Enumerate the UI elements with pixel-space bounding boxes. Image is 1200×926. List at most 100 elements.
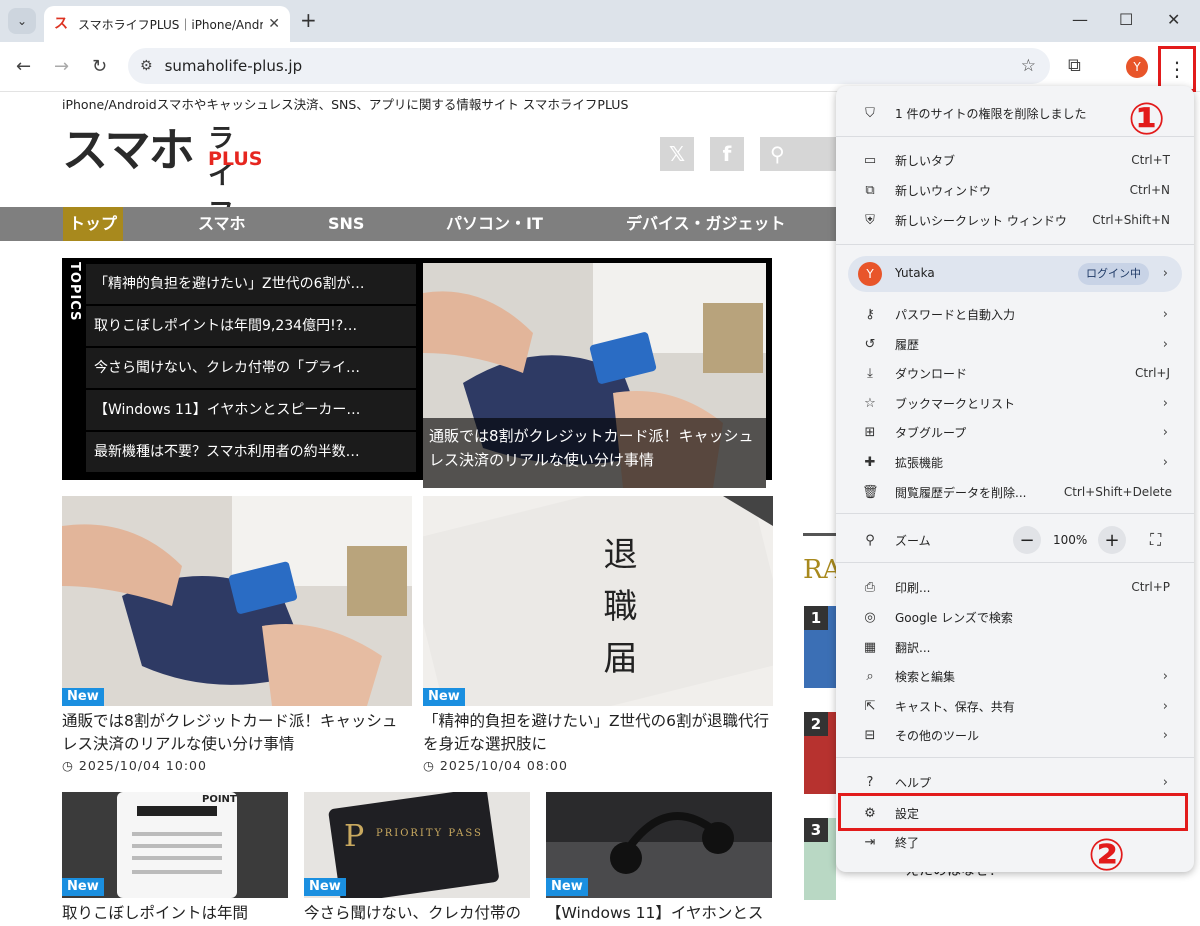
new-badge: New [304,878,346,896]
fullscreen-icon[interactable]: ⛶ [1150,530,1161,550]
facebook-icon[interactable]: f [710,137,744,171]
menu-item-new-tab[interactable]: ▭ 新しいタブ Ctrl+T [836,145,1194,175]
card-image[interactable] [62,496,412,706]
topic-item[interactable]: 【Windows 11】イヤホンとスピーカー… [86,390,416,430]
menu-shortcut: Ctrl+Shift+Delete [1063,485,1172,499]
nav-item-top[interactable]: トップ [63,207,124,241]
reload-icon[interactable]: ↻ [92,56,107,77]
menu-item-google-lens[interactable]: ◎ Google レンズで検索 [836,602,1194,632]
menu-item-passwords[interactable]: ⚷ パスワードと自動入力 › [836,299,1194,329]
site-logo[interactable]: スマホ ライフ PLUS [62,114,262,228]
menu-item-downloads[interactable]: ⤓ ダウンロード Ctrl+J [836,358,1194,388]
printer-icon: ⎙ [864,579,876,595]
browser-tab[interactable]: ス スマホライフPLUS｜iPhone/Andro ✕ [44,6,290,42]
bookmark-star-icon[interactable]: ☆ [1021,56,1036,76]
x-twitter-icon[interactable]: 𝕏 [660,137,694,171]
tab-title: スマホライフPLUS｜iPhone/Andro [78,17,263,32]
card-title[interactable]: 取りこぼしポイントは年間 [62,902,288,925]
menu-item-label: ダウンロード [895,366,968,381]
menu-item-tab-groups[interactable]: ⊞ タブグループ › [836,417,1194,447]
new-badge: New [546,878,588,896]
download-icon: ⤓ [867,365,873,381]
site-tagline: iPhone/Androidスマホやキャッシュレス決済、SNS、アプリに関する情… [62,97,629,112]
menu-item-label: 新しいシークレット ウィンドウ [895,213,1067,228]
chevron-right-icon: › [1162,424,1168,440]
menu-item-translate[interactable]: ▦ 翻訳... [836,632,1194,662]
topic-feature-caption[interactable]: 通販では8割がクレジットカード派！キャッシュレス決済のリアルな使い分け事情 [423,418,766,488]
zoom-in-button[interactable]: + [1098,526,1126,554]
address-bar[interactable]: ⚙ sumaholife-plus.jp ☆ [128,48,1050,84]
menu-item-label: パスワードと自動入力 [895,307,1016,322]
lens-icon: ◎ [864,609,876,625]
menu-item-new-window[interactable]: ⧉ 新しいウィンドウ Ctrl+N [836,175,1194,205]
menu-item-label: 拡張機能 [895,455,944,470]
menu-item-more-tools[interactable]: ⊟ その他のツール › [836,720,1194,750]
find-icon: ⌕ [866,668,874,684]
menu-item-label: 履歴 [895,337,920,352]
exit-icon: ⇥ [864,834,876,850]
step-1-callout: ① [1128,94,1166,145]
card-title[interactable]: 通販では8割がクレジットカード派！キャッシュレス決済のリアルな使い分け事情 [62,710,412,756]
close-tab-icon[interactable]: ✕ [268,16,280,32]
chevron-right-icon: › [1162,698,1168,714]
settings-highlight-box [838,793,1188,831]
zoom-out-button[interactable]: − [1013,526,1041,554]
topic-item[interactable]: 取りこぼしポイントは年間9,234億円!?… [86,306,416,346]
new-badge: New [62,878,104,896]
topic-item[interactable]: 今さら聞けない、クレカ付帯の「プライ… [86,348,416,388]
ranking-number: 2 [804,712,828,736]
menu-item-bookmarks[interactable]: ☆ ブックマークとリスト › [836,388,1194,418]
zoom-icon: ⚲ [865,532,875,548]
menu-item-exit[interactable]: ⇥ 終了 [836,827,1194,857]
menu-item-label: キャスト、保存、共有 [895,699,1015,714]
tab-search-button[interactable]: ⌄ [8,8,36,34]
extensions-puzzle-icon[interactable]: ⧉ [1068,55,1081,76]
nav-item-devices[interactable]: デバイス・ガジェット [626,207,786,241]
card-title[interactable]: 今さら聞けない、クレカ付帯の [304,902,530,925]
point-label: POINT [202,794,237,805]
card-title[interactable]: 「精神的負担を避けたい」Z世代の6割が退職代行を身近な選択肢に [423,710,773,756]
browser-toolbar: ← → ↻ ⚙ sumaholife-plus.jp ☆ [0,42,1200,92]
shield-icon: ⛉ [865,105,875,121]
menu-item-print[interactable]: ⎙ 印刷... Ctrl+P [836,572,1194,602]
new-badge: New [62,688,104,706]
key-icon: ⚷ [865,306,875,322]
card-image[interactable]: 退職届 [423,496,773,706]
forward-icon[interactable]: → [54,56,69,77]
url-text: sumaholife-plus.jp [164,57,303,75]
back-icon[interactable]: ← [16,56,31,77]
zoom-value: 100% [1053,533,1088,547]
new-window-icon: ⧉ [865,182,875,198]
minimize-icon[interactable]: — [1072,10,1088,29]
tab-strip: ⌄ ス スマホライフPLUS｜iPhone/Andro ✕ + — ☐ ✕ [0,0,1200,42]
maximize-icon[interactable]: ☐ [1119,10,1133,29]
menu-item-label: 終了 [895,835,920,850]
menu-item-incognito[interactable]: ⛨ 新しいシークレット ウィンドウ Ctrl+Shift+N [836,205,1194,235]
card-date-text: 2025/10/04 10:00 [78,758,207,773]
menu-item-label: 閲覧履歴データを削除... [895,485,1027,500]
new-tab-plus-icon[interactable]: + [300,10,317,30]
trash-icon: 🗑 [862,484,879,500]
menu-item-clear-data[interactable]: 🗑 閲覧履歴データを削除... Ctrl+Shift+Delete [836,477,1194,507]
menu-item-cast-save-share[interactable]: ⇱ キャスト、保存、共有 › [836,691,1194,721]
menu-item-extensions[interactable]: ✚ 拡張機能 › [836,447,1194,477]
chevron-right-icon: › [1162,306,1168,322]
nav-item-pc-it[interactable]: パソコン・IT [446,207,543,241]
chevron-down-icon: ⌄ [16,14,28,28]
nav-item-smartphone[interactable]: スマホ [198,207,246,241]
profile-avatar[interactable]: Y [1126,56,1148,78]
menu-profile-row[interactable]: Y Yutaka ログイン中 › [848,256,1182,292]
menu-item-history[interactable]: ↺ 履歴 › [836,329,1194,359]
topic-item[interactable]: 最新機種は不要？スマホ利用者の約半数… [86,432,416,472]
card-title[interactable]: 【Windows 11】イヤホンとス [546,902,772,925]
site-search-icon[interactable]: ⚲ [760,137,840,171]
menu-item-find-edit[interactable]: ⌕ 検索と編集 › [836,661,1194,691]
card-date-text: 2025/10/04 08:00 [439,758,568,773]
nav-item-sns[interactable]: SNS [328,207,364,241]
signed-in-pill: ログイン中 [1078,263,1149,285]
profile-avatar-small: Y [858,262,882,286]
topic-item[interactable]: 「精神的負担を避けたい」Z世代の6割が… [86,264,416,304]
site-info-icon[interactable]: ⚙ [140,58,153,74]
toolbox-icon: ⊟ [864,727,876,743]
close-window-icon[interactable]: ✕ [1167,10,1180,29]
